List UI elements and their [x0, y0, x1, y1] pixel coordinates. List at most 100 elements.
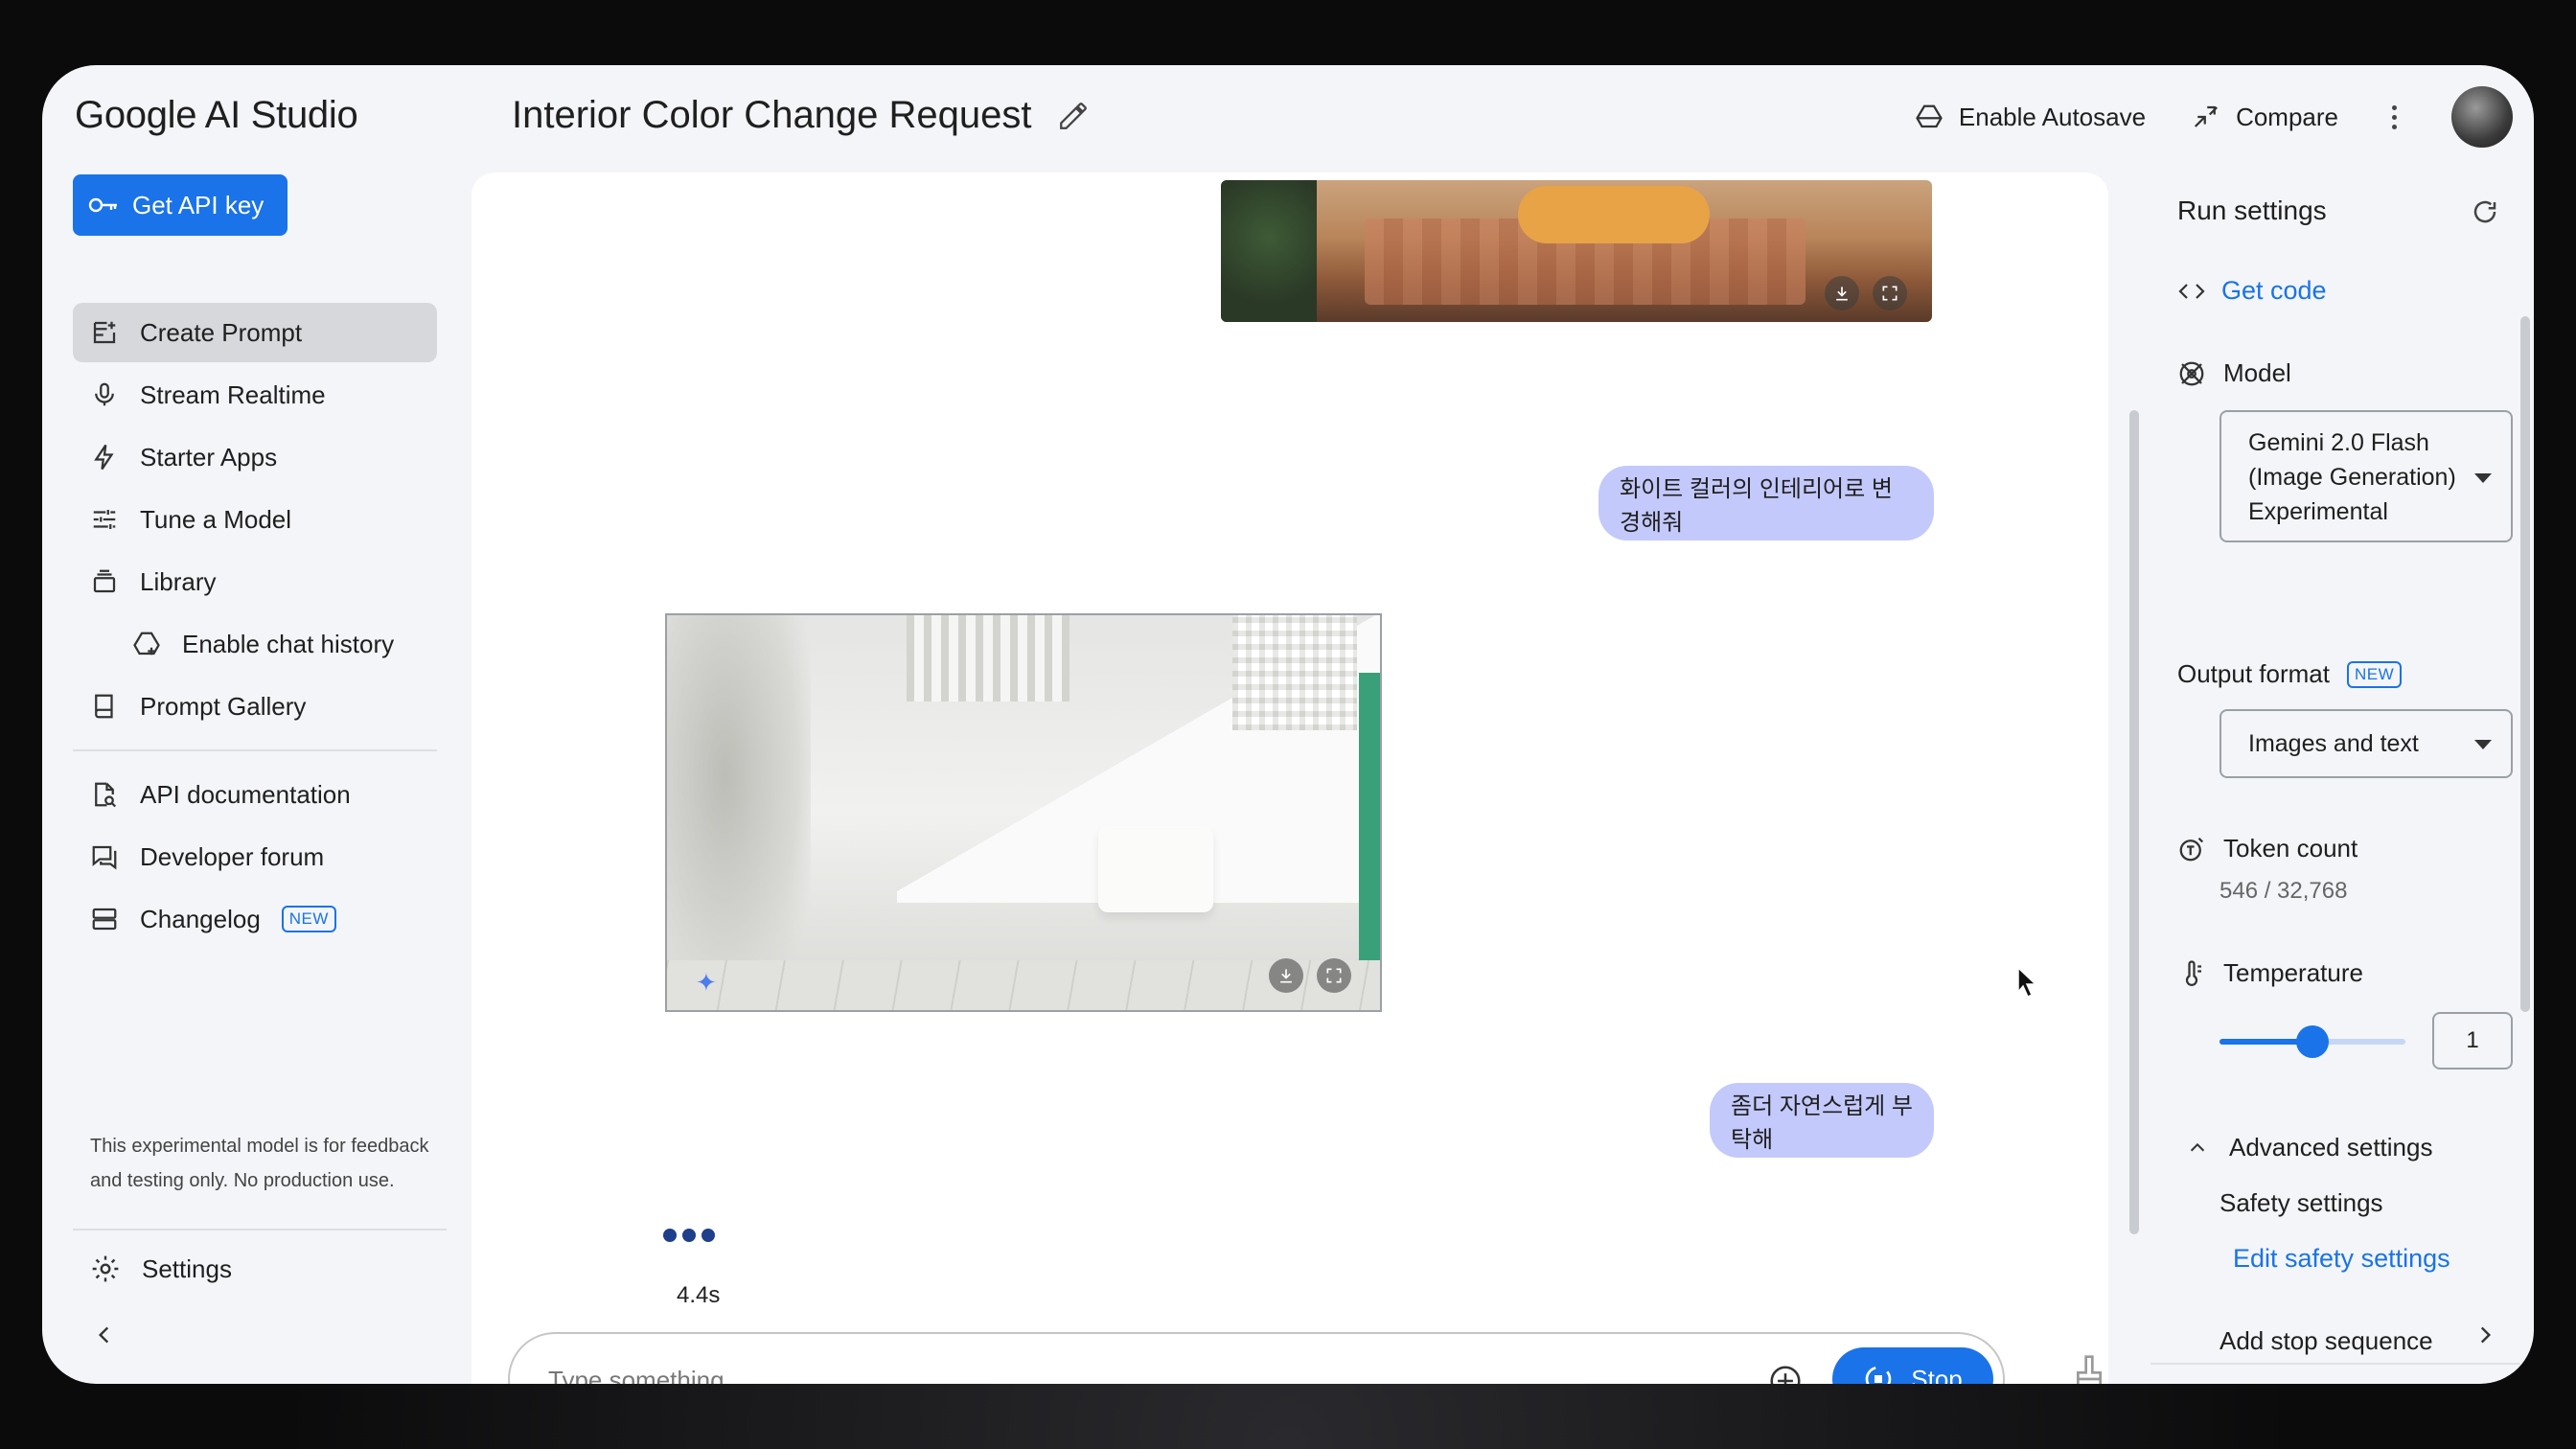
compare-icon: [2195, 105, 2219, 127]
advanced-settings-label: Advanced settings: [2229, 1133, 2433, 1162]
prompt-title-text[interactable]: Interior Color Change Request: [512, 94, 1032, 137]
prompt-title: Interior Color Change Request: [512, 94, 1090, 137]
chevron-right-icon[interactable]: [2472, 1322, 2497, 1347]
thermometer-icon: [2185, 959, 2201, 986]
token-count-section: Token count: [2177, 834, 2358, 863]
avatar[interactable]: [2451, 86, 2513, 148]
chevron-up-icon: [2190, 1142, 2205, 1151]
elapsed-time: 4.4s: [677, 1282, 721, 1308]
tune-icon: [93, 510, 116, 529]
sidebar-item-label: Library: [140, 566, 217, 596]
experimental-disclaimer: This experimental model is for feedback …: [90, 1136, 429, 1191]
sparkle-icon: ✦: [696, 968, 717, 997]
book-icon: [95, 694, 113, 719]
safety-settings-label: Safety settings: [2220, 1188, 2383, 1217]
model-section: Model: [2177, 358, 2291, 388]
sidebar-item-library[interactable]: Library: [73, 552, 437, 611]
new-badge: NEW: [281, 906, 336, 932]
sidebar-item-prompt-gallery[interactable]: Prompt Gallery: [73, 677, 437, 736]
settings-button[interactable]: Settings: [90, 1254, 232, 1284]
gear-icon: [92, 1255, 119, 1282]
output-format-select[interactable]: Images and text: [2220, 709, 2513, 778]
sidebar-item-tune-a-model[interactable]: Tune a Model: [73, 490, 437, 549]
sidebar-link-label: Developer forum: [140, 841, 325, 871]
run-settings-title: Run settings: [2177, 196, 2327, 225]
model-value-line: Experimental: [2248, 498, 2388, 525]
fullscreen-icon[interactable]: [1873, 276, 1907, 310]
chevron-left-icon[interactable]: [92, 1322, 117, 1347]
sidebar-item-stream-realtime[interactable]: Stream Realtime: [73, 365, 437, 425]
library-icon: [93, 569, 116, 593]
stop-label: Stop: [1911, 1364, 1963, 1385]
enable-autosave-button[interactable]: Enable Autosave: [1915, 103, 2146, 132]
sidebar-link-label: API documentation: [140, 779, 351, 809]
model-value-line: (Image Generation): [2248, 464, 2456, 491]
brand-logo[interactable]: Google AI Studio: [75, 94, 358, 137]
compare-label: Compare: [2236, 102, 2338, 131]
bolt-icon: [94, 444, 114, 471]
sidebar-item-api-documentation[interactable]: API documentation: [73, 765, 437, 824]
chat-panel: 화이트 컬러의 인테리어로 변경해줘 ✦ 좀더 자연스럽게 부탁해 4.4s T…: [472, 172, 2108, 1384]
temperature-slider[interactable]: [2220, 1025, 2405, 1058]
microphone-icon: [95, 382, 114, 406]
token-count-label: Token count: [2223, 834, 2358, 862]
new-badge: NEW: [2346, 660, 2403, 688]
sidebar-link-label: Changelog: [140, 904, 261, 933]
get-api-key-button[interactable]: Get API key: [73, 174, 288, 236]
clear-chat-icon[interactable]: [2070, 1353, 2108, 1384]
sidebar-item-label: Create Prompt: [140, 317, 303, 347]
prompt-composer: Stop: [508, 1332, 2005, 1384]
sidebar-item-label: Tune a Model: [140, 504, 292, 534]
run-settings-divider: [2150, 1363, 2520, 1365]
fullscreen-icon[interactable]: [1317, 958, 1351, 993]
generated-image-white-interior[interactable]: ✦: [665, 613, 1382, 1012]
user-message: 좀더 자연스럽게 부탁해: [1710, 1083, 1934, 1158]
get-code-button[interactable]: Get code: [2177, 276, 2327, 306]
code-icon: [2178, 283, 2205, 299]
stop-button[interactable]: Stop: [1832, 1347, 1993, 1384]
output-format-label: Output format: [2177, 659, 2330, 688]
temperature-input[interactable]: 1: [2432, 1012, 2513, 1070]
compare-button[interactable]: Compare: [2192, 103, 2338, 132]
temperature-label: Temperature: [2223, 958, 2363, 987]
generated-image-orange-interior[interactable]: [1221, 180, 1932, 322]
drive-icon: [133, 632, 160, 656]
advanced-settings-toggle[interactable]: Advanced settings: [2187, 1133, 2432, 1162]
output-format-value: Images and text: [2248, 730, 2419, 757]
edit-safety-settings-link[interactable]: Edit safety settings: [2233, 1244, 2450, 1274]
model-select[interactable]: Gemini 2.0 Flash (Image Generation) Expe…: [2220, 410, 2513, 542]
temperature-slider-thumb[interactable]: [2296, 1025, 2329, 1058]
download-icon[interactable]: [1269, 958, 1303, 993]
edit-pencil-icon[interactable]: [1057, 100, 1090, 132]
sidebar-divider: [73, 749, 437, 751]
model-value-line: Gemini 2.0 Flash: [2248, 429, 2429, 456]
sidebar-item-developer-forum[interactable]: Developer forum: [73, 827, 437, 886]
reset-icon[interactable]: [2471, 197, 2499, 226]
doc-search-icon: [95, 782, 117, 808]
model-icon: [2179, 361, 2204, 385]
sidebar-item-label: Stream Realtime: [140, 380, 326, 409]
get-code-label: Get code: [2221, 276, 2327, 305]
typing-indicator: [663, 1229, 715, 1242]
forum-icon: [92, 845, 117, 870]
dropdown-arrow-icon: [2474, 740, 2492, 749]
sidebar-item-starter-apps[interactable]: Starter Apps: [73, 427, 437, 487]
sidebar-item-changelog[interactable]: Changelog NEW: [73, 889, 437, 949]
sidebar-item-enable-chat-history[interactable]: Enable chat history: [73, 614, 437, 674]
drive-icon: [1916, 104, 1943, 128]
user-message: 화이트 컬러의 인테리어로 변경해줘: [1598, 466, 1934, 540]
sidebar-item-label: Starter Apps: [140, 442, 278, 472]
mouse-cursor-icon: [2017, 966, 2037, 999]
temperature-section: Temperature: [2177, 958, 2363, 988]
get-api-key-label: Get API key: [132, 190, 264, 219]
run-settings-scrollbar[interactable]: [2520, 316, 2530, 1012]
token-icon: [2179, 837, 2204, 861]
add-media-icon[interactable]: [1767, 1363, 1804, 1384]
stop-icon: [1865, 1366, 1892, 1384]
sidebar-item-create-prompt[interactable]: Create Prompt: [73, 303, 437, 362]
token-count-value: 546 / 32,768: [2220, 878, 2348, 904]
prompt-input[interactable]: [548, 1357, 1698, 1384]
more-options-icon[interactable]: [2384, 98, 2404, 136]
dropdown-arrow-icon: [2474, 473, 2492, 483]
download-icon[interactable]: [1825, 276, 1859, 310]
